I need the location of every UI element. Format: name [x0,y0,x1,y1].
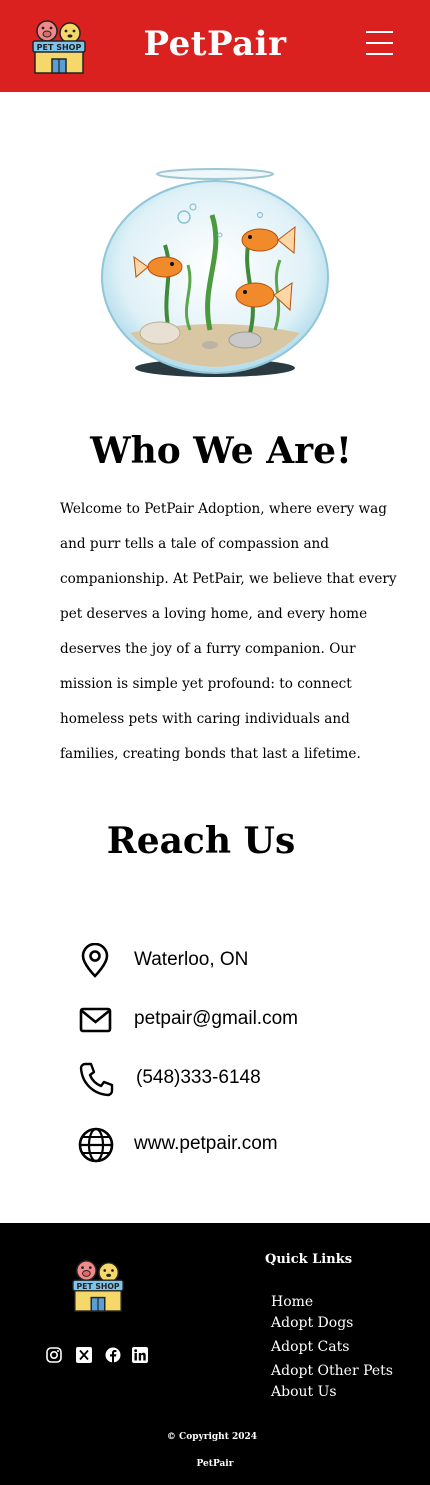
instagram-icon[interactable] [46,1347,62,1363]
contact-title: Reach Us [106,820,296,862]
contact-website[interactable]: www.petpair.com [78,1127,398,1167]
x-twitter-icon[interactable] [76,1347,92,1363]
quick-link-adopt-other-pets[interactable]: Adopt Other Pets [271,1363,393,1379]
quick-link-adopt-dogs[interactable]: Adopt Dogs [271,1315,353,1331]
copyright-brand: PetPair [196,1459,234,1469]
quick-link-adopt-cats[interactable]: Adopt Cats [271,1339,349,1355]
contact-email-text: petpair@gmail.com [134,1008,298,1029]
about-title: Who We Are! [90,430,352,472]
mail-icon [79,1007,112,1033]
footer-pet-shop-logo[interactable]: PET SHOP [70,1257,126,1313]
contact-phone-text: (548)333-6148 [136,1067,261,1088]
about-paragraph: Welcome to PetPair Adoption, where every… [60,501,397,762]
site-header: PET SHOP PetPair [0,0,430,92]
globe-icon [78,1127,114,1163]
social-links [46,1347,156,1363]
site-footer: PET SHOP Quick Links Home Adopt Dogs Ado… [0,1223,430,1485]
fishbowl-illustration [100,165,330,380]
contact-phone[interactable]: (548)333-6148 [78,1061,398,1101]
footer-logo-text: PET SHOP [76,1282,119,1291]
location-pin-icon [81,943,109,978]
copyright-text: © Copyright 2024 [166,1432,258,1442]
contact-email[interactable]: petpair@gmail.com [78,1002,398,1042]
facebook-icon[interactable] [105,1347,121,1363]
linkedin-icon[interactable] [132,1347,148,1363]
quick-link-about-us[interactable]: About Us [271,1384,337,1400]
quick-link-home[interactable]: Home [271,1294,313,1310]
contact-website-text: www.petpair.com [134,1133,278,1154]
contact-location[interactable]: Waterloo, ON [78,943,398,983]
phone-icon [79,1062,114,1097]
contact-location-text: Waterloo, ON [134,949,249,970]
hamburger-menu-icon[interactable] [364,31,396,61]
quick-links-title: Quick Links [265,1252,353,1267]
